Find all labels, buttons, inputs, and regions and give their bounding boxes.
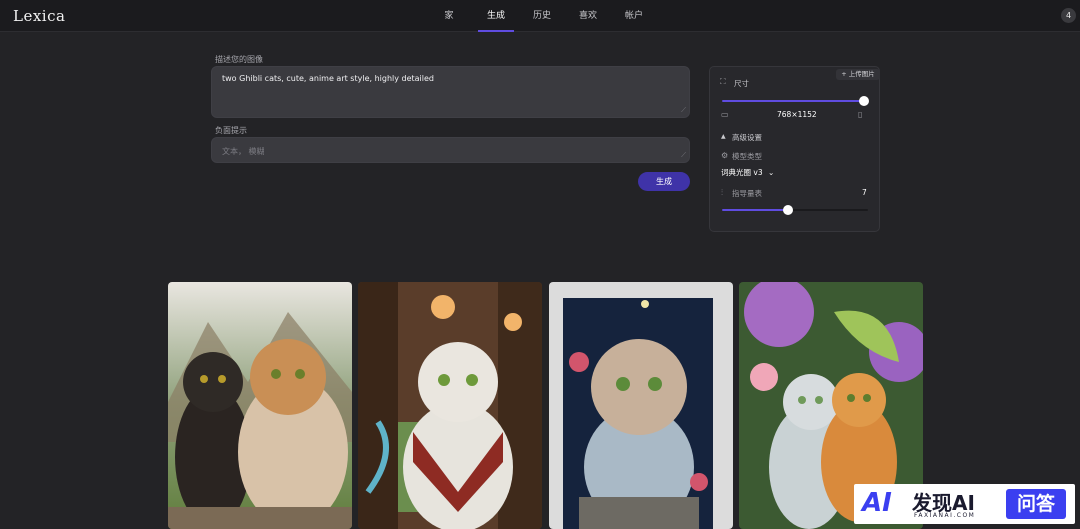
negative-prompt-placeholder: 文本， 模糊 [222,147,265,156]
size-label: 尺寸 [734,79,749,88]
portrait-image-icon: ▯ [858,110,863,119]
watermark-logo: AI [862,488,892,518]
upload-image-button[interactable]: + 上传图片 [836,69,880,80]
resize-grip-icon[interactable]: ⟋ [681,151,686,160]
size-slider-fill [722,100,864,102]
guidance-slider-fill [722,209,788,211]
prompt-input[interactable]: two Ghibli cats, cute, anime art style, … [211,66,690,118]
guidance-scale-label: 指导量表 [732,189,762,198]
size-slider-thumb[interactable] [859,96,869,106]
resize-grip-icon[interactable]: ⟋ [681,106,686,115]
top-navigation-bar: Lexica 家 生成 历史 喜欢 帐户 4 [0,0,1080,32]
watermark-url: FAXIANAI.COM [914,512,976,519]
sliders-icon: ⫶ [721,188,723,197]
gallery-image-2[interactable] [358,282,542,529]
model-select[interactable]: 词典光圈 v3 ⌄ [721,167,774,178]
negative-prompt-input[interactable]: 文本， 模糊 ⟋ [211,137,690,163]
gallery-image-1[interactable] [168,282,352,529]
chevron-down-icon: ⌄ [768,168,775,177]
landscape-image-icon: ▭ [721,110,729,119]
app-logo[interactable]: Lexica [13,7,65,25]
negative-prompt-label: 负面提示 [215,126,247,135]
prompt-text: two Ghibli cats, cute, anime art style, … [222,74,434,83]
nav-item-likes[interactable]: 喜欢 [570,0,606,32]
size-value: 768×1152 [777,110,817,119]
prompt-label: 描述您的图像 [215,55,263,64]
expand-icon: ⛶ [720,77,726,86]
watermark-banner: AI 发现AI FAXIANAI.COM 问答 [854,484,1075,524]
watermark-badge: 问答 [1006,489,1066,519]
model-select-value: 词典光圈 v3 [721,168,763,177]
guidance-scale-value: 7 [862,188,867,197]
guidance-slider-thumb[interactable] [782,205,793,215]
nav-item-home[interactable]: 家 [430,0,468,32]
nav-item-history[interactable]: 历史 [524,0,560,32]
gallery-image-3[interactable] [549,282,733,529]
settings-panel: + 上传图片 ⛶ 尺寸 ▭ 768×1152 ▯ ▲ 高级设置 ⚙ 模型类型 词… [709,66,880,232]
nav-item-generate[interactable]: 生成 [478,0,514,32]
caret-up-icon[interactable]: ▲ [721,133,726,140]
model-type-label: 模型类型 [732,152,762,161]
user-avatar[interactable]: 4 [1061,8,1076,23]
generate-button[interactable]: 生成 [638,172,690,191]
guidance-scale-slider[interactable] [722,205,868,215]
model-icon: ⚙ [721,151,729,160]
nav-item-account[interactable]: 帐户 [616,0,652,32]
main-nav: 家 生成 历史 喜欢 帐户 [430,0,652,32]
advanced-settings-toggle[interactable]: 高级设置 [732,132,762,143]
size-slider[interactable] [722,96,869,106]
